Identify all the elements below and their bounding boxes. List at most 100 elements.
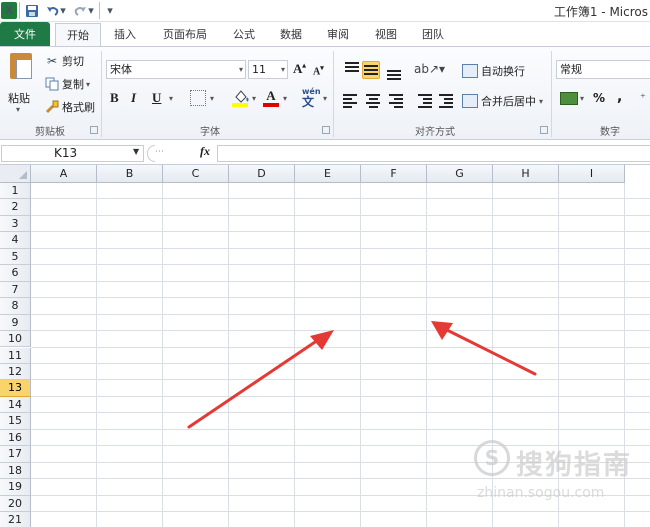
- paste-button[interactable]: 粘贴 ▾: [6, 53, 36, 115]
- copy-button[interactable]: 复制 ▾: [44, 76, 90, 92]
- column-header-e[interactable]: E: [295, 165, 361, 183]
- row-header-4[interactable]: 4: [0, 232, 31, 249]
- align-center-icon[interactable]: [364, 92, 382, 110]
- borders-dropdown-icon[interactable]: ▾: [210, 94, 214, 103]
- row-header-7[interactable]: 7: [0, 281, 31, 299]
- save-icon[interactable]: [24, 2, 40, 19]
- tab-formulas[interactable]: 公式: [229, 22, 259, 47]
- customize-quick-access-icon[interactable]: ▾: [104, 2, 116, 19]
- name-box-dropdown-icon[interactable]: ▼: [133, 147, 139, 156]
- bold-button[interactable]: B: [110, 90, 126, 106]
- wrap-text-button[interactable]: 自动换行: [462, 63, 525, 79]
- row-header-12[interactable]: 12: [0, 363, 31, 381]
- decrease-indent-icon[interactable]: [414, 92, 432, 110]
- row-header-18[interactable]: 18: [0, 462, 31, 480]
- increase-decimal-icon[interactable]: ⁺: [640, 91, 646, 104]
- name-box[interactable]: K13: [1, 145, 144, 162]
- comma-style-button[interactable]: ,: [617, 89, 622, 105]
- row-header-5[interactable]: 5: [0, 248, 31, 266]
- align-middle-icon[interactable]: [362, 61, 380, 79]
- font-size-select[interactable]: 11 ▾: [248, 60, 288, 79]
- insert-function-button[interactable]: fx: [200, 144, 210, 159]
- row-header-21[interactable]: 21: [0, 512, 31, 527]
- alignment-launcher-icon[interactable]: [540, 126, 548, 134]
- copy-dropdown-icon[interactable]: ▾: [86, 80, 90, 89]
- clipboard-launcher-icon[interactable]: [90, 126, 98, 134]
- phonetic-guide-icon[interactable]: wén 文: [302, 88, 321, 109]
- tab-data[interactable]: 数据: [276, 22, 306, 47]
- column-header-c[interactable]: C: [163, 165, 229, 183]
- row-header-14[interactable]: 14: [0, 396, 31, 414]
- increase-indent-icon[interactable]: [435, 92, 453, 110]
- column-header-g[interactable]: G: [427, 165, 493, 183]
- font-launcher-icon[interactable]: [322, 126, 330, 134]
- row-header-15[interactable]: 15: [0, 413, 31, 430]
- tab-review[interactable]: 审阅: [323, 22, 353, 47]
- redo-icon[interactable]: [73, 2, 87, 19]
- accounting-dropdown-icon[interactable]: ▾: [580, 94, 584, 103]
- tab-home[interactable]: 开始: [55, 23, 101, 47]
- tab-file[interactable]: 文件: [0, 22, 50, 47]
- formula-bar-handle[interactable]: [147, 145, 155, 162]
- row-header-20[interactable]: 20: [0, 495, 31, 512]
- excel-app-icon[interactable]: X: [1, 2, 17, 19]
- column-header-b[interactable]: B: [97, 165, 163, 183]
- font-color-dropdown-icon[interactable]: ▾: [283, 94, 287, 103]
- cut-button[interactable]: ✂ 剪切: [44, 53, 84, 69]
- merge-center-button[interactable]: 合并后居中 ▾: [462, 93, 543, 109]
- column-header-i[interactable]: I: [559, 165, 625, 183]
- font-color-button[interactable]: A: [263, 88, 279, 104]
- column-header-a[interactable]: A: [31, 165, 97, 183]
- row-header-1[interactable]: 1: [0, 183, 31, 200]
- row-header-16[interactable]: 16: [0, 429, 31, 447]
- italic-button[interactable]: I: [131, 90, 147, 106]
- percent-style-button[interactable]: %: [593, 91, 605, 105]
- underline-dropdown-icon[interactable]: ▾: [169, 94, 173, 103]
- underline-button[interactable]: U: [152, 90, 168, 106]
- column-header-f[interactable]: F: [361, 165, 427, 183]
- row-header-10[interactable]: 10: [0, 331, 31, 348]
- paste-dropdown-icon[interactable]: ▾: [16, 105, 20, 114]
- align-bottom-icon[interactable]: [385, 62, 403, 80]
- redo-dropdown-icon[interactable]: ▾: [87, 2, 95, 19]
- row-header-6[interactable]: 6: [0, 265, 31, 282]
- fill-color-dropdown-icon[interactable]: ▾: [252, 94, 256, 103]
- chevron-down-icon[interactable]: ▾: [239, 61, 243, 78]
- row-header-13[interactable]: 13: [0, 380, 31, 397]
- tab-team[interactable]: 团队: [418, 22, 448, 47]
- align-right-icon[interactable]: [385, 92, 403, 110]
- tab-view[interactable]: 视图: [371, 22, 401, 47]
- merge-center-label: 合并后居中: [481, 95, 536, 108]
- select-all-button[interactable]: [0, 165, 31, 183]
- row-gridline: [31, 231, 650, 233]
- number-format-select[interactable]: 常规: [556, 60, 650, 79]
- row-header-19[interactable]: 19: [0, 479, 31, 496]
- phonetic-dropdown-icon[interactable]: ▾: [323, 94, 327, 103]
- column-header-h[interactable]: H: [493, 165, 559, 183]
- font-name-value: 宋体: [110, 63, 132, 76]
- row-header-3[interactable]: 3: [0, 215, 31, 233]
- undo-dropdown-icon[interactable]: ▾: [59, 2, 67, 19]
- undo-icon[interactable]: [45, 2, 59, 19]
- merge-dropdown-icon[interactable]: ▾: [539, 97, 543, 106]
- font-name-select[interactable]: 宋体 ▾: [106, 60, 246, 79]
- row-header-8[interactable]: 8: [0, 298, 31, 315]
- formula-input[interactable]: [217, 145, 650, 162]
- align-top-icon[interactable]: [343, 62, 361, 80]
- accounting-format-icon[interactable]: [560, 92, 578, 105]
- row-header-9[interactable]: 9: [0, 314, 31, 332]
- chevron-down-icon[interactable]: ▾: [281, 61, 285, 78]
- tab-page-layout[interactable]: 页面布局: [160, 22, 210, 47]
- grow-font-button[interactable]: A▴: [293, 61, 306, 77]
- borders-icon[interactable]: [190, 90, 206, 106]
- fill-color-swatch: [232, 103, 248, 107]
- shrink-font-button[interactable]: A▾: [313, 64, 324, 77]
- column-header-d[interactable]: D: [229, 165, 295, 183]
- row-header-2[interactable]: 2: [0, 199, 31, 216]
- orientation-icon[interactable]: ab↗▾: [414, 62, 445, 76]
- align-left-icon[interactable]: [343, 92, 361, 110]
- row-header-11[interactable]: 11: [0, 347, 31, 364]
- format-painter-button[interactable]: 格式刷: [44, 99, 95, 115]
- tab-insert[interactable]: 插入: [110, 22, 140, 47]
- row-header-17[interactable]: 17: [0, 446, 31, 463]
